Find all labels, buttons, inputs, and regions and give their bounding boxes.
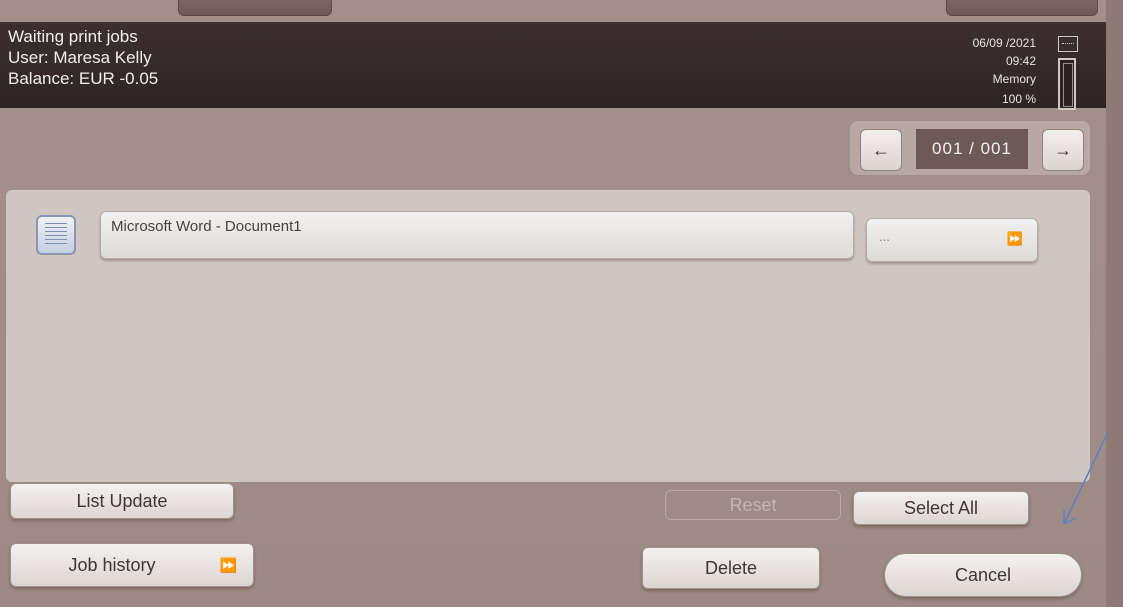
select-all-button[interactable]: Select All — [853, 491, 1029, 525]
top-left-button-stub[interactable] — [178, 0, 332, 16]
job-history-label: Job history — [68, 554, 156, 575]
cancel-button[interactable]: Cancel — [884, 553, 1082, 597]
page-navigator: ← 001 / 001 → — [850, 121, 1090, 175]
time-display: 09:42 — [1005, 54, 1036, 68]
page-title: Waiting print jobs — [8, 27, 138, 46]
left-arrow-icon: ← — [872, 139, 890, 160]
fast-forward-icon: ⏩ — [1006, 231, 1023, 246]
memory-label: Memory — [992, 72, 1036, 86]
fast-forward-icon: ⏩ — [219, 557, 237, 573]
user-name: User: Maresa Kelly — [8, 48, 152, 67]
annotation-arrow-icon — [1063, 431, 1109, 525]
status-header: Waiting print jobs User: Maresa Kelly Ba… — [0, 22, 1106, 110]
memory-gauge-icon — [1058, 58, 1076, 110]
page-counter: 001 / 001 — [916, 129, 1028, 169]
date-display: 06/09 /2021 — [972, 36, 1036, 50]
list-update-button[interactable]: List Update — [10, 483, 234, 519]
document-icon — [36, 215, 76, 255]
next-page-button[interactable]: → — [1042, 129, 1084, 171]
delete-button[interactable]: Delete — [642, 547, 820, 589]
job-item-name[interactable]: Microsoft Word - Document1 — [100, 211, 854, 259]
job-details-button[interactable]: ... ⏩ — [866, 218, 1038, 262]
right-arrow-icon: → — [1054, 139, 1072, 160]
printer-screen: Waiting print jobs User: Maresa Kelly Ba… — [0, 0, 1106, 607]
account-balance: Balance: EUR -0.05 — [8, 69, 159, 88]
memory-percent: 100 % — [1001, 92, 1036, 106]
top-right-button-stub[interactable] — [946, 0, 1098, 16]
job-history-button[interactable]: Job history ⏩ — [10, 543, 254, 587]
paper-tray-icon — [1058, 36, 1078, 52]
job-details-label: ... — [879, 229, 890, 244]
reset-button[interactable]: Reset — [665, 490, 841, 520]
previous-page-button[interactable]: ← — [860, 129, 902, 171]
